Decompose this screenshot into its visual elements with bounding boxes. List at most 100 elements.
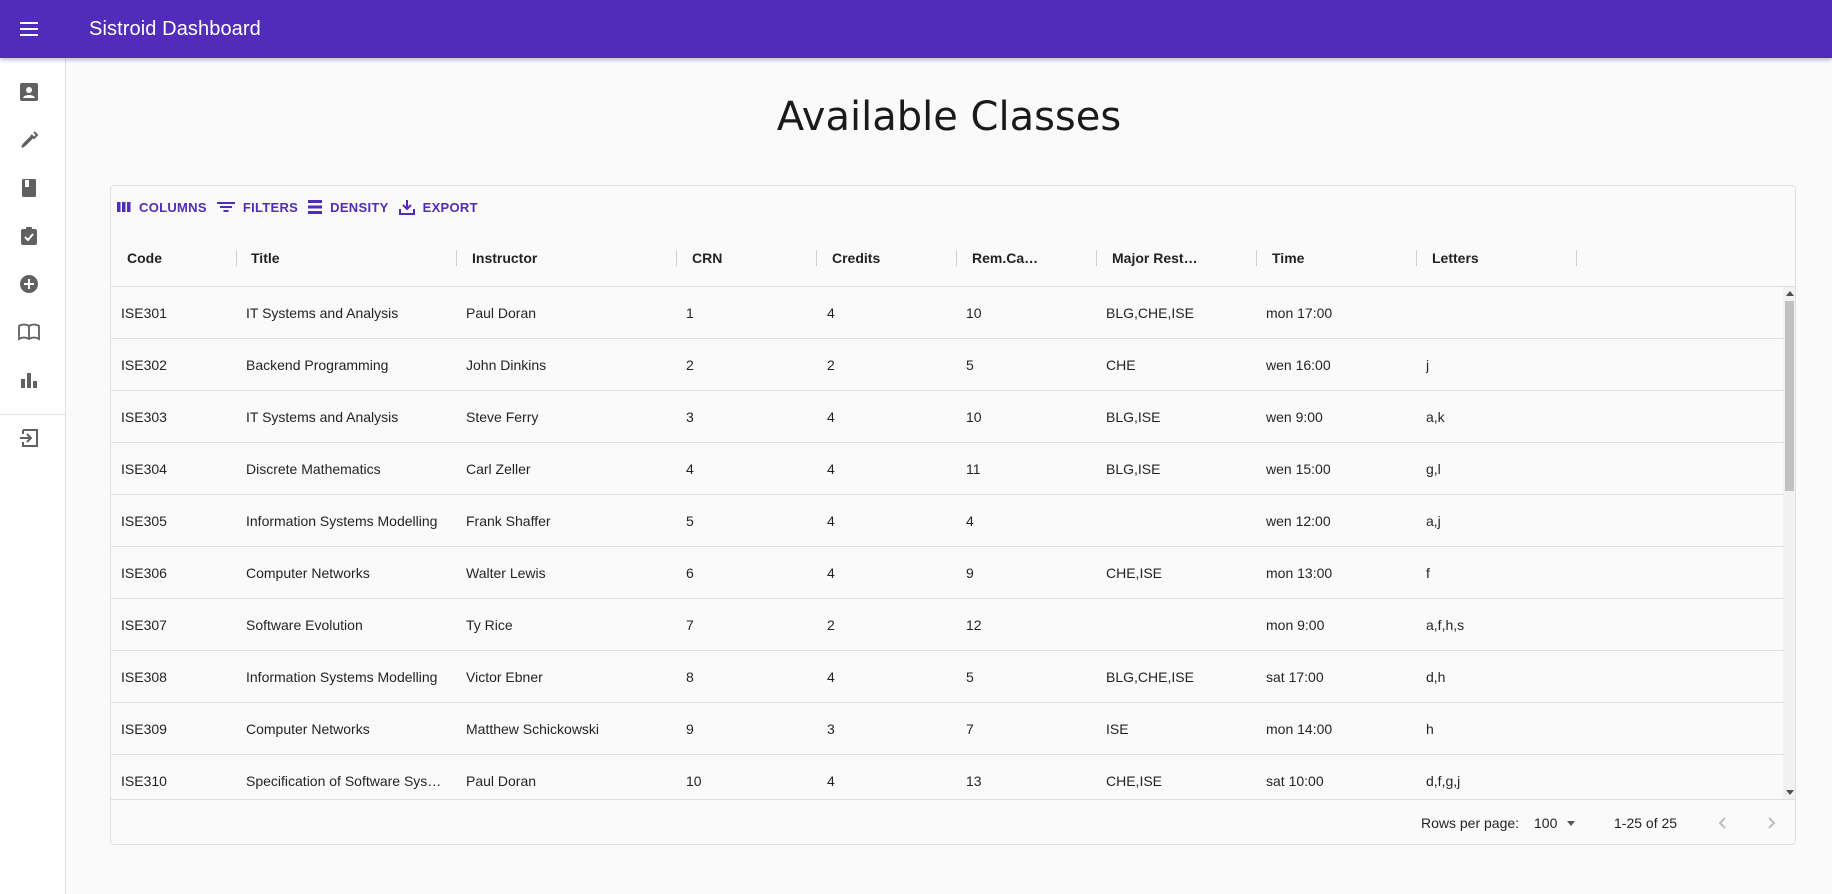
- column-header-major-restriction[interactable]: Major Rest…: [1112, 230, 1242, 286]
- filters-button[interactable]: Filters: [216, 195, 298, 219]
- cell-remaining-capacity[interactable]: 5: [966, 339, 1096, 390]
- cell-instructor[interactable]: Carl Zeller: [466, 443, 676, 494]
- cell-crn[interactable]: 10: [686, 755, 816, 799]
- table-row[interactable]: ISE309 Computer Networks Matthew Schicko…: [111, 703, 1783, 755]
- cell-instructor[interactable]: Frank Shaffer: [466, 495, 676, 546]
- column-separator[interactable]: [816, 250, 817, 266]
- column-separator[interactable]: [956, 250, 957, 266]
- table-row[interactable]: ISE303 IT Systems and Analysis Steve Fer…: [111, 391, 1783, 443]
- column-header-remaining-capacity[interactable]: Rem.Ca…: [972, 230, 1082, 286]
- cell-remaining-capacity[interactable]: 10: [966, 287, 1096, 338]
- cell-code[interactable]: ISE309: [121, 703, 233, 754]
- table-row[interactable]: ISE304 Discrete Mathematics Carl Zeller …: [111, 443, 1783, 495]
- cell-credits[interactable]: 4: [827, 391, 957, 442]
- column-separator[interactable]: [1576, 250, 1577, 266]
- sidebar-item-catalog[interactable]: [0, 310, 58, 354]
- cell-major-restriction[interactable]: BLG,CHE,ISE: [1106, 287, 1256, 338]
- cell-title[interactable]: Discrete Mathematics: [246, 443, 456, 494]
- next-page-button[interactable]: [1759, 811, 1783, 840]
- cell-title[interactable]: Software Evolution: [246, 599, 456, 650]
- table-row[interactable]: ISE306 Computer Networks Walter Lewis 6 …: [111, 547, 1783, 599]
- cell-time[interactable]: wen 16:00: [1266, 339, 1416, 390]
- cell-major-restriction[interactable]: ISE: [1106, 703, 1256, 754]
- cell-code[interactable]: ISE304: [121, 443, 233, 494]
- cell-crn[interactable]: 5: [686, 495, 816, 546]
- cell-remaining-capacity[interactable]: 5: [966, 651, 1096, 702]
- cell-instructor[interactable]: Paul Doran: [466, 287, 676, 338]
- cell-major-restriction[interactable]: CHE: [1106, 339, 1256, 390]
- cell-time[interactable]: sat 17:00: [1266, 651, 1416, 702]
- cell-code[interactable]: ISE302: [121, 339, 233, 390]
- cell-crn[interactable]: 7: [686, 599, 816, 650]
- column-separator[interactable]: [236, 250, 237, 266]
- cell-letters[interactable]: a,k: [1426, 391, 1576, 442]
- table-row[interactable]: ISE305 Information Systems Modelling Fra…: [111, 495, 1783, 547]
- scroll-down-arrow[interactable]: [1786, 790, 1794, 795]
- cell-crn[interactable]: 9: [686, 703, 816, 754]
- cell-credits[interactable]: 4: [827, 651, 957, 702]
- cell-time[interactable]: mon 9:00: [1266, 599, 1416, 650]
- cell-instructor[interactable]: Ty Rice: [466, 599, 676, 650]
- cell-title[interactable]: Computer Networks: [246, 547, 456, 598]
- cell-credits[interactable]: 4: [827, 443, 957, 494]
- cell-time[interactable]: wen 12:00: [1266, 495, 1416, 546]
- cell-crn[interactable]: 2: [686, 339, 816, 390]
- cell-major-restriction[interactable]: CHE,ISE: [1106, 755, 1256, 799]
- cell-instructor[interactable]: Paul Doran: [466, 755, 676, 799]
- cell-crn[interactable]: 1: [686, 287, 816, 338]
- cell-major-restriction[interactable]: CHE,ISE: [1106, 547, 1256, 598]
- cell-instructor[interactable]: Victor Ebner: [466, 651, 676, 702]
- column-header-letters[interactable]: Letters: [1432, 230, 1562, 286]
- cell-letters[interactable]: a,f,h,s: [1426, 599, 1576, 650]
- cell-letters[interactable]: a,j: [1426, 495, 1576, 546]
- cell-major-restriction[interactable]: BLG,ISE: [1106, 443, 1256, 494]
- column-separator[interactable]: [456, 250, 457, 266]
- table-row[interactable]: ISE307 Software Evolution Ty Rice 7 2 12…: [111, 599, 1783, 651]
- cell-code[interactable]: ISE307: [121, 599, 233, 650]
- cell-major-restriction[interactable]: BLG,CHE,ISE: [1106, 651, 1256, 702]
- column-header-instructor[interactable]: Instructor: [472, 230, 672, 286]
- cell-code[interactable]: ISE306: [121, 547, 233, 598]
- cell-crn[interactable]: 6: [686, 547, 816, 598]
- previous-page-button[interactable]: [1711, 811, 1735, 840]
- cell-time[interactable]: mon 14:00: [1266, 703, 1416, 754]
- column-header-code[interactable]: Code: [127, 230, 237, 286]
- cell-instructor[interactable]: Walter Lewis: [466, 547, 676, 598]
- cell-code[interactable]: ISE308: [121, 651, 233, 702]
- cell-letters[interactable]: h: [1426, 703, 1576, 754]
- columns-button[interactable]: Columns: [117, 195, 207, 219]
- cell-remaining-capacity[interactable]: 10: [966, 391, 1096, 442]
- cell-remaining-capacity[interactable]: 7: [966, 703, 1096, 754]
- table-row[interactable]: ISE308 Information Systems Modelling Vic…: [111, 651, 1783, 703]
- cell-letters[interactable]: g,l: [1426, 443, 1576, 494]
- table-row[interactable]: ISE301 IT Systems and Analysis Paul Dora…: [111, 287, 1783, 339]
- column-header-time[interactable]: Time: [1272, 230, 1402, 286]
- cell-crn[interactable]: 4: [686, 443, 816, 494]
- cell-time[interactable]: mon 17:00: [1266, 287, 1416, 338]
- cell-major-restriction[interactable]: [1106, 599, 1256, 650]
- cell-remaining-capacity[interactable]: 9: [966, 547, 1096, 598]
- cell-credits[interactable]: 2: [827, 339, 957, 390]
- cell-credits[interactable]: 3: [827, 703, 957, 754]
- cell-time[interactable]: mon 13:00: [1266, 547, 1416, 598]
- cell-code[interactable]: ISE305: [121, 495, 233, 546]
- cell-time[interactable]: wen 9:00: [1266, 391, 1416, 442]
- column-separator[interactable]: [1256, 250, 1257, 266]
- cell-crn[interactable]: 3: [686, 391, 816, 442]
- column-separator[interactable]: [1096, 250, 1097, 266]
- sidebar-item-profile[interactable]: [0, 70, 58, 114]
- sidebar-item-add-class[interactable]: [0, 262, 58, 306]
- cell-instructor[interactable]: Steve Ferry: [466, 391, 676, 442]
- cell-credits[interactable]: 4: [827, 287, 957, 338]
- cell-crn[interactable]: 8: [686, 651, 816, 702]
- table-row[interactable]: ISE302 Backend Programming John Dinkins …: [111, 339, 1783, 391]
- cell-letters[interactable]: d,h: [1426, 651, 1576, 702]
- column-header-credits[interactable]: Credits: [832, 230, 952, 286]
- column-header-title[interactable]: Title: [251, 230, 451, 286]
- cell-credits[interactable]: 4: [827, 755, 957, 799]
- cell-title[interactable]: IT Systems and Analysis: [246, 391, 456, 442]
- sidebar-item-courses[interactable]: [0, 166, 58, 210]
- cell-title[interactable]: Backend Programming: [246, 339, 456, 390]
- cell-credits[interactable]: 4: [827, 547, 957, 598]
- cell-instructor[interactable]: Matthew Schickowski: [466, 703, 676, 754]
